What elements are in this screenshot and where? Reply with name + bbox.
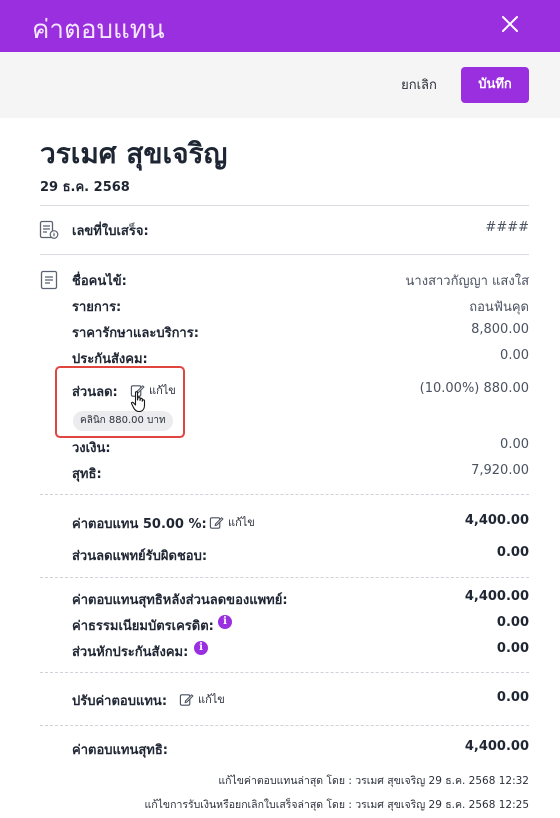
item-value: ถอนฟันคุด [469, 300, 529, 315]
price-label: ราคารักษาและบริการ: [72, 326, 199, 341]
card-fee-info-icon[interactable]: i [218, 615, 232, 629]
item-row: รายการ: ถอนฟันคุด [72, 296, 529, 316]
modal-title: ค่าตอบแทน [32, 15, 165, 45]
discount-value: (10.00%) 880.00 [419, 381, 529, 396]
adjust-value: 0.00 [496, 690, 529, 705]
pencil-icon [179, 693, 194, 706]
after-discount-label: ค่าตอบแทนสุทธิหลังส่วนลดของแพทย์: [72, 593, 288, 608]
price-row: ราคารักษาและบริการ: 8,800.00 [72, 322, 529, 342]
commission-rate-value: 4,400.00 [464, 513, 529, 528]
net-label: สุทธิ: [72, 467, 102, 482]
receipt-info-icon [39, 220, 59, 240]
divider [40, 494, 529, 495]
credit-label: วงเงิน: [72, 441, 111, 456]
final-commission-label: ค่าตอบแทนสุทธิ: [72, 743, 168, 758]
commission-edit-button[interactable]: แก้ไข [209, 513, 255, 531]
adjust-edit-label: แก้ไข [198, 693, 225, 706]
social-deduct-row: ส่วนหักประกันสังคม: 0.00 [72, 641, 529, 661]
social-deduct-label: ส่วนหักประกันสังคม: [72, 645, 189, 660]
last-receipt-edit-note: แก้ไขการรับเงินหรือยกเลิกใบเสร็จล่าสุด โ… [144, 799, 530, 811]
final-commission-value: 4,400.00 [464, 739, 529, 754]
social-security-row: ประกันสังคม: 0.00 [72, 348, 529, 368]
social-deduct-value: 0.00 [496, 641, 529, 656]
modal-header: ค่าตอบแทน [0, 0, 560, 52]
commission-rate-row: ค่าตอบแทน 50.00 %: 4,400.00 [72, 513, 529, 533]
adjust-row: ปรับค่าตอบแทน: 0.00 [72, 690, 529, 710]
patient-value: นางสาวกัญญา แสงใส [405, 274, 529, 289]
hand-cursor-icon [129, 390, 149, 414]
document-list-icon [39, 270, 59, 290]
net-row: สุทธิ: 7,920.00 [72, 463, 529, 483]
receipt-label: เลขที่ใบเสร็จ: [72, 224, 149, 239]
divider [40, 672, 529, 673]
after-discount-value: 4,400.00 [464, 589, 529, 604]
social-security-value: 0.00 [500, 348, 529, 363]
action-bar: ยกเลิก บันทึก [0, 52, 560, 118]
doctor-discount-row: ส่วนลดแพทย์รับผิดชอบ: 0.00 [72, 545, 529, 565]
pencil-icon [209, 516, 224, 529]
doctor-discount-value: 0.00 [496, 545, 529, 560]
adjust-edit-button[interactable]: แก้ไข [179, 690, 225, 708]
record-date: 29 ธ.ค. 2568 [40, 180, 130, 195]
divider [40, 577, 529, 578]
doctor-discount-label: ส่วนลดแพทย์รับผิดชอบ: [72, 549, 208, 564]
discount-edit-label: แก้ไข [149, 384, 176, 397]
discount-label: ส่วนลด: [72, 385, 118, 400]
divider [40, 205, 529, 206]
close-icon[interactable] [500, 11, 520, 37]
receipt-row: เลขที่ใบเสร็จ: #### [72, 220, 529, 240]
commission-rate-label: ค่าตอบแทน 50.00 %: [72, 517, 207, 532]
divider [40, 254, 529, 255]
credit-row: วงเงิน: 0.00 [72, 437, 529, 457]
price-value: 8,800.00 [471, 322, 529, 337]
patient-label: ชื่อคนไข้: [72, 274, 127, 289]
save-button[interactable]: บันทึก [461, 67, 529, 103]
cancel-button[interactable]: ยกเลิก [390, 69, 448, 103]
item-label: รายการ: [72, 300, 122, 315]
final-commission-row: ค่าตอบแทนสุทธิ: 4,400.00 [72, 739, 529, 759]
adjust-label: ปรับค่าตอบแทน: [72, 694, 168, 709]
card-fee-value: 0.00 [496, 615, 529, 630]
receipt-value: #### [485, 220, 529, 235]
patient-row: ชื่อคนไข้: นางสาวกัญญา แสงใส [72, 270, 529, 290]
last-edit-note: แก้ไขค่าตอบแทนล่าสุด โดย : วรเมศ สุขเจริ… [218, 775, 529, 787]
commission-edit-label: แก้ไข [228, 516, 255, 529]
net-value: 7,920.00 [471, 463, 529, 478]
doctor-name: วรเมศ สุขเจริญ [40, 137, 228, 170]
discount-source-pill: คลินิก 880.00 บาท [73, 411, 173, 431]
card-fee-label: ค่าธรรมเนียมบัตรเครดิต: [72, 619, 214, 634]
divider [40, 725, 529, 726]
after-discount-row: ค่าตอบแทนสุทธิหลังส่วนลดของแพทย์: 4,400.… [72, 589, 529, 609]
card-fee-row: ค่าธรรมเนียมบัตรเครดิต: 0.00 [72, 615, 529, 635]
credit-value: 0.00 [500, 437, 529, 452]
social-deduct-info-icon[interactable]: i [194, 641, 208, 655]
